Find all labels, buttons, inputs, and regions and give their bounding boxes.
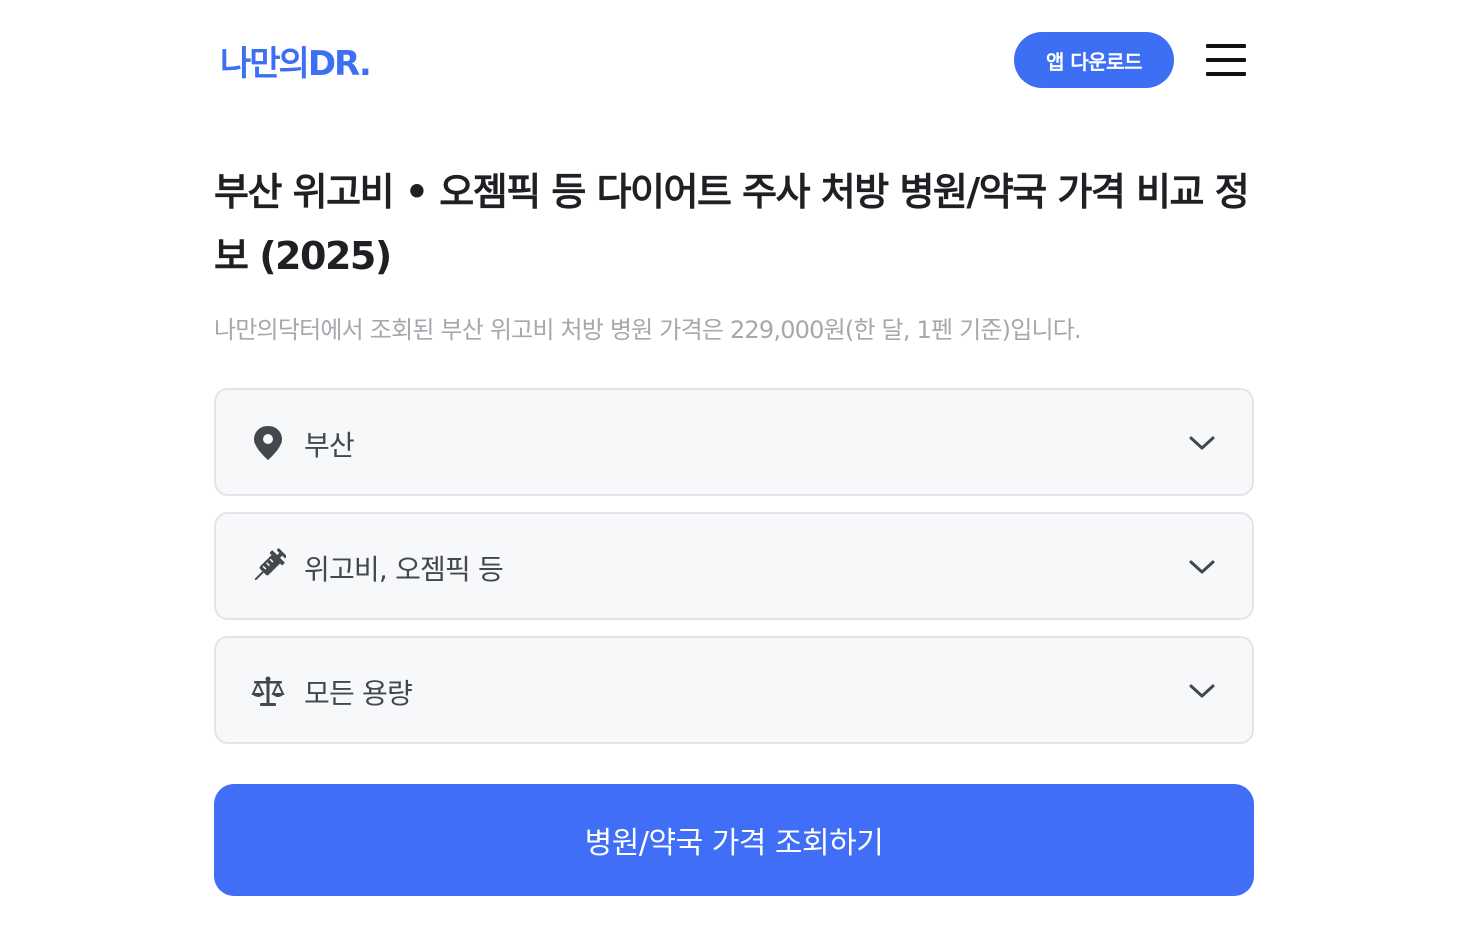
page-container: 나만의DR. 앱 다운로드 부산 위고비 • 오젬픽 등 다이어트 주사 처방 … — [214, 0, 1254, 938]
dose-select[interactable]: 모든 용량 — [214, 636, 1254, 744]
chevron-down-icon — [1188, 556, 1216, 578]
price-summary-text: 나만의닥터에서 조회된 부산 위고비 처방 병원 가격은 229,000원(한 … — [214, 316, 1082, 344]
location-pin-icon — [250, 424, 286, 462]
medicine-select-value: 위고비, 오젬픽 등 — [304, 553, 504, 586]
page-title: 부산 위고비 • 오젬픽 등 다이어트 주사 처방 병원/약국 가격 비교 정보… — [214, 170, 1250, 278]
dose-select-value: 모든 용량 — [304, 677, 413, 710]
logo[interactable]: 나만의DR. — [220, 36, 372, 85]
region-select-value: 부산 — [304, 429, 355, 462]
app-download-button[interactable]: 앱 다운로드 — [1014, 32, 1174, 88]
header: 나만의DR. 앱 다운로드 — [214, 28, 1254, 92]
chevron-down-icon — [1188, 432, 1216, 454]
scale-icon — [250, 672, 286, 710]
medicine-select[interactable]: 위고비, 오젬픽 등 — [214, 512, 1254, 620]
hamburger-menu-icon[interactable] — [1204, 42, 1248, 78]
chevron-down-icon — [1188, 680, 1216, 702]
syringe-icon — [250, 548, 287, 586]
search-price-button[interactable]: 병원/약국 가격 조회하기 — [214, 784, 1254, 896]
region-select[interactable]: 부산 — [214, 388, 1254, 496]
